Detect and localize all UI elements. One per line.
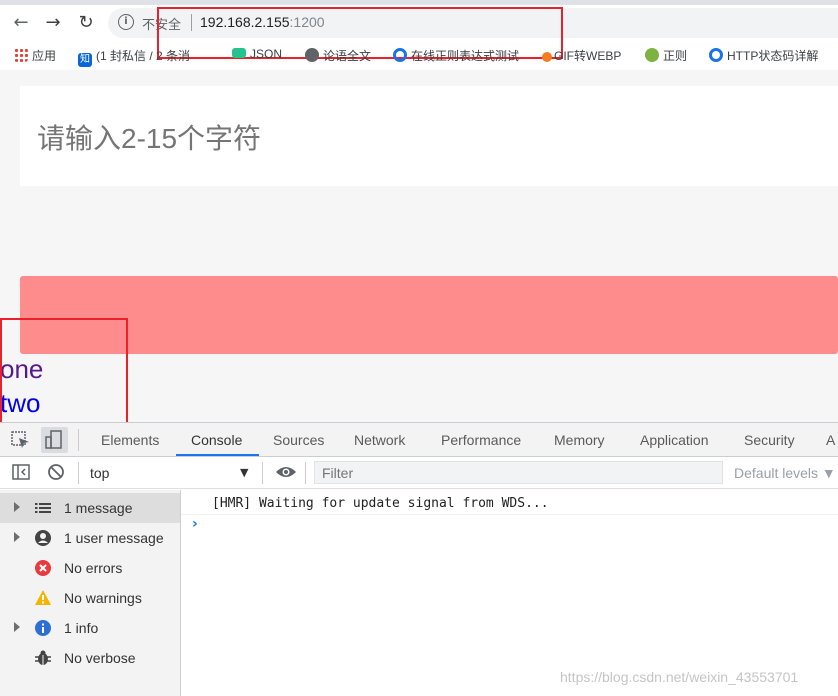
tab-security[interactable]: Security — [744, 432, 795, 448]
sidebar-toggle-icon[interactable] — [12, 464, 30, 480]
bookmark-label: 在线正则表达式测试 — [411, 49, 520, 63]
back-icon[interactable]: ← — [10, 12, 32, 34]
tab-sources[interactable]: Sources — [273, 432, 324, 448]
filter-input[interactable] — [314, 461, 723, 484]
sidebar-item-warnings[interactable]: No warnings — [0, 583, 180, 613]
sidebar-item-label: No verbose — [64, 650, 136, 666]
bookmark-label: HTTP状态码详解 — [727, 49, 819, 63]
sidebar-item-verbose[interactable]: No verbose — [0, 643, 180, 673]
bookmark-label: (1 封私信 / 2 条消 — [96, 49, 191, 63]
device-toolbar-icon[interactable] — [41, 427, 68, 453]
owl-icon — [645, 48, 659, 62]
c-icon — [393, 48, 407, 62]
input-placeholder: 请输入2-15个字符 — [37, 123, 262, 154]
context-dropdown-icon[interactable]: ▼ — [240, 466, 248, 479]
toolbar-divider — [78, 462, 79, 484]
bookmark-label: 应用 — [32, 49, 57, 63]
expand-arrow-icon — [14, 532, 20, 542]
console-prompt-icon[interactable]: › — [192, 516, 198, 532]
tab-console[interactable]: Console — [191, 432, 242, 448]
bookmark-regex-test[interactable]: 在线正则表达式测试 — [393, 47, 519, 64]
log-levels-dropdown[interactable]: Default levels ▼ — [734, 465, 836, 481]
bookmark-zhihu[interactable]: 知 (1 封私信 / 2 条消 — [78, 47, 190, 67]
sidebar-item-user-messages[interactable]: 1 user message — [0, 523, 180, 553]
tab-strip — [0, 0, 838, 5]
bookmark-json[interactable]: JSON — [232, 47, 282, 61]
sidebar-item-messages[interactable]: 1 message — [0, 493, 180, 523]
active-tab-indicator — [176, 454, 259, 456]
eye-icon[interactable] — [275, 464, 297, 480]
tab-network[interactable]: Network — [354, 432, 405, 448]
bookmark-apps[interactable]: 应用 — [14, 47, 56, 64]
sidebar-item-label: No errors — [64, 560, 123, 576]
expand-arrow-icon — [14, 622, 20, 632]
tab-application[interactable]: Application — [640, 432, 709, 448]
bookmark-lunyu[interactable]: 论语全文 — [305, 47, 371, 64]
warning-icon — [34, 589, 52, 607]
inspect-element-icon[interactable] — [10, 430, 32, 450]
globe-icon — [305, 48, 319, 62]
sidebar-item-errors[interactable]: No errors — [0, 553, 180, 583]
reload-icon[interactable]: ↻ — [75, 12, 97, 34]
toolbar-divider — [305, 462, 306, 484]
json-icon — [232, 48, 246, 58]
context-selector[interactable]: top — [90, 465, 109, 481]
tab-overflow[interactable]: A — [826, 432, 835, 448]
error-icon — [34, 559, 52, 577]
filter-placeholder: Filter — [322, 465, 354, 481]
info-icon — [34, 619, 52, 637]
apps-grid-icon — [14, 48, 28, 62]
tab-elements[interactable]: Elements — [101, 432, 159, 448]
watermark: https://blog.csdn.net/weixin_43553701 — [560, 669, 799, 685]
tab-memory[interactable]: Memory — [554, 432, 605, 448]
bookmark-gif-webp[interactable]: GIF转WEBP — [542, 47, 621, 64]
console-divider — [181, 514, 838, 515]
bookmark-regex[interactable]: 正则 — [645, 47, 687, 64]
sidebar-item-label: 1 user message — [64, 530, 164, 546]
bug-icon — [34, 649, 52, 667]
bookmark-label: 论语全文 — [323, 49, 372, 63]
submit-button[interactable] — [20, 276, 838, 354]
console-sidebar: 1 message 1 user message No errors No wa… — [0, 490, 181, 696]
site-info-icon[interactable]: i — [118, 14, 134, 30]
convert-icon — [542, 52, 552, 62]
sidebar-item-label: No warnings — [64, 590, 142, 606]
list-icon — [34, 499, 52, 517]
clear-console-icon[interactable] — [47, 463, 65, 481]
expand-arrow-icon — [14, 502, 20, 512]
tab-performance[interactable]: Performance — [441, 432, 521, 448]
c-icon — [709, 48, 723, 62]
sidebar-item-label: 1 info — [64, 620, 99, 636]
bookmarks-bar: 应用 知 (1 封私信 / 2 条消 JSON 论语全文 在线正则表达式测试 GI… — [0, 42, 838, 70]
sidebar-item-info[interactable]: 1 info — [0, 613, 180, 643]
bookmark-label: GIF转WEBP — [554, 49, 622, 63]
bookmark-label: JSON — [250, 47, 283, 61]
forward-icon[interactable]: → — [42, 12, 64, 34]
console-message: [HMR] Waiting for update signal from WDS… — [212, 496, 549, 511]
toolbar-divider — [262, 462, 263, 484]
user-icon — [34, 529, 52, 547]
bookmark-label: 正则 — [663, 49, 688, 63]
bookmark-http-status[interactable]: HTTP状态码详解 — [709, 47, 818, 64]
sidebar-item-label: 1 message — [64, 500, 133, 516]
tab-divider — [78, 429, 79, 451]
zhihu-icon: 知 — [78, 53, 92, 67]
